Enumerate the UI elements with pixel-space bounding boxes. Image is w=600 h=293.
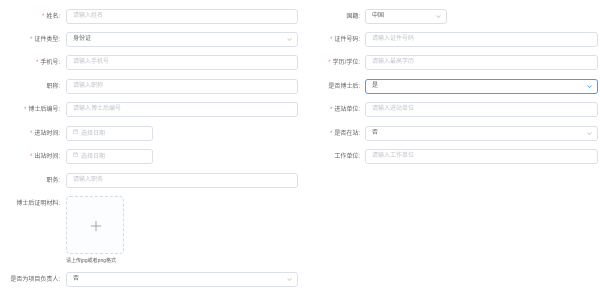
work-unit-input[interactable]: 请输入工作单位 bbox=[365, 149, 598, 164]
id-number-input[interactable]: 请输入证件号码 bbox=[365, 32, 598, 47]
chevron-down-icon bbox=[287, 277, 292, 282]
position-label: 职称: bbox=[46, 84, 60, 90]
id-number-label: * 证件号码: bbox=[329, 37, 360, 43]
degree-input[interactable]: 请输入最高学历 bbox=[365, 55, 598, 70]
name-label: * 姓名: bbox=[41, 14, 60, 20]
chevron-down-icon bbox=[587, 131, 592, 136]
calendar-icon bbox=[73, 150, 78, 163]
work-unit-label: 工作单位: bbox=[334, 154, 360, 160]
job-input[interactable]: 请输入职务 bbox=[66, 173, 298, 188]
is-postdoc-select[interactable]: 是 bbox=[365, 79, 598, 94]
postdoc-no-input[interactable]: 请输入博士后编号 bbox=[66, 102, 298, 117]
degree-label: * 学历/学位: bbox=[328, 60, 360, 66]
upload-hint: 请上传jpg或者png格式 bbox=[66, 258, 117, 264]
name-input[interactable]: 请输入姓名 bbox=[66, 9, 298, 24]
is-postdoc-label: 是否博士后: bbox=[328, 84, 360, 90]
postdoc-no-label: * 博士后编号: bbox=[23, 107, 60, 113]
is-leader-select[interactable]: 否 bbox=[66, 272, 298, 287]
entry-unit-input[interactable]: 请输入进站单位 bbox=[365, 102, 598, 117]
job-label: 职务: bbox=[46, 178, 60, 184]
entry-time-picker[interactable]: 选择日期 bbox=[66, 126, 153, 141]
nationality-label: 国籍: bbox=[346, 14, 360, 20]
entry-unit-label: * 进站单位: bbox=[329, 107, 360, 113]
chevron-down-icon bbox=[587, 84, 592, 89]
id-type-label: * 证件类型: bbox=[29, 37, 60, 43]
postdoc-proof-label: 博士后证明材料: bbox=[16, 201, 60, 207]
position-input[interactable]: 请输入职称 bbox=[66, 79, 298, 94]
upload-area[interactable] bbox=[66, 196, 124, 254]
nationality-select[interactable]: 中国 bbox=[365, 9, 447, 24]
in-station-select[interactable]: 否 bbox=[365, 126, 598, 141]
phone-label: * 手机号: bbox=[35, 60, 60, 66]
exit-time-picker[interactable]: 选择日期 bbox=[66, 149, 153, 164]
phone-input[interactable]: 请输入手机号 bbox=[66, 55, 298, 70]
id-type-select[interactable]: 身份证 bbox=[66, 32, 298, 47]
plus-icon bbox=[89, 219, 103, 233]
exit-time-label: * 出站时间: bbox=[29, 154, 60, 160]
chevron-down-icon bbox=[287, 37, 292, 42]
calendar-icon bbox=[73, 127, 78, 140]
chevron-down-icon bbox=[436, 14, 441, 19]
is-leader-label: 是否为项目负责人: bbox=[10, 277, 60, 283]
entry-time-label: * 进站时间: bbox=[29, 131, 60, 137]
in-station-label: * 是否在站: bbox=[329, 131, 360, 137]
